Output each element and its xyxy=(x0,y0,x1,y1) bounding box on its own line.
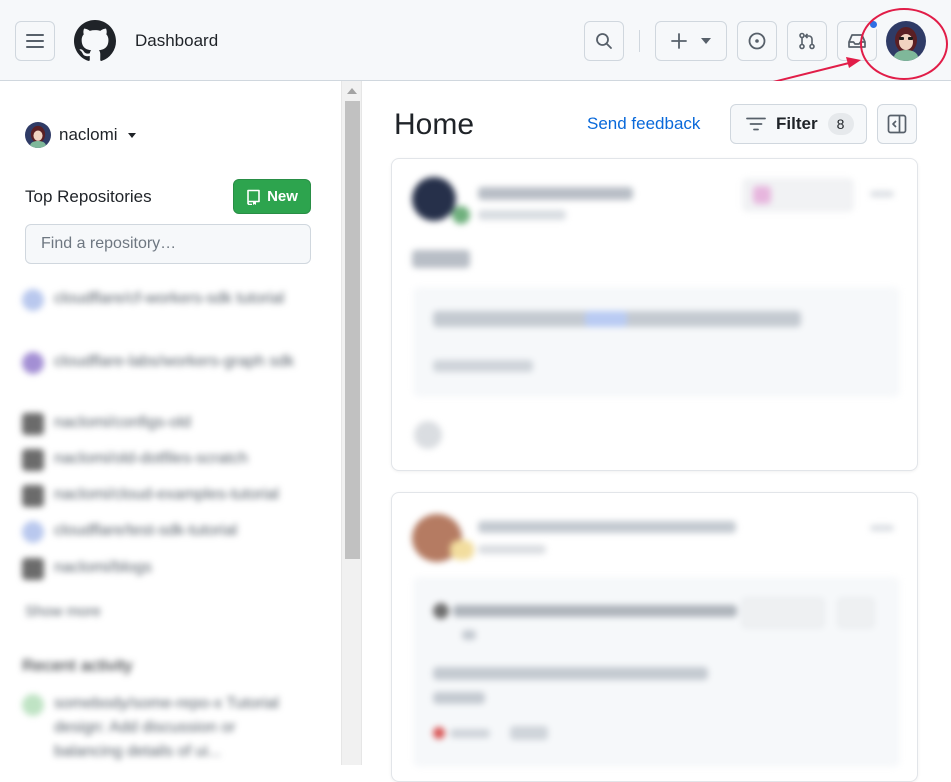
repo-link[interactable]: naclomi/blogs xyxy=(54,556,314,580)
repo-link[interactable]: naclomi/configs-old xyxy=(54,411,314,435)
repo-owner-avatar xyxy=(22,449,44,471)
repo-owner-avatar xyxy=(22,485,44,507)
find-repository-input[interactable] xyxy=(25,224,311,264)
recent-activity-heading: Recent activity xyxy=(22,656,133,675)
filter-icon xyxy=(746,117,766,131)
sidebar-collapse-icon xyxy=(887,114,907,134)
page-title: Home xyxy=(394,108,475,141)
sidebar-scrollbar[interactable] xyxy=(341,81,362,765)
list-item[interactable]: naclomi/blogs xyxy=(22,556,314,580)
activity-avatar xyxy=(22,694,44,716)
repo-owner-avatar xyxy=(22,413,44,435)
recent-activity-item[interactable]: somebody/some-repo-x Tutorial design: Ad… xyxy=(22,692,304,764)
repo-link[interactable]: naclomi/old-dotfiles-scratch xyxy=(54,447,314,471)
repo-link[interactable]: cloudflare/test-sdk-tutorial xyxy=(54,519,314,543)
activity-text[interactable]: somebody/some-repo-x Tutorial design: Ad… xyxy=(54,692,304,764)
scroll-up-arrow-icon[interactable] xyxy=(347,88,357,94)
send-feedback-link[interactable]: Send feedback xyxy=(587,114,700,134)
username-label: naclomi xyxy=(59,125,118,144)
context-switcher[interactable]: naclomi xyxy=(25,122,136,148)
scrollbar-thumb[interactable] xyxy=(345,101,360,559)
list-item[interactable]: cloudflare/test-sdk-tutorial xyxy=(22,519,314,543)
list-item[interactable]: cloudflare-labs/workers-graph sdk xyxy=(22,350,314,374)
show-more-link[interactable]: Show more xyxy=(25,603,101,620)
filter-label: Filter xyxy=(776,114,818,133)
list-item[interactable]: naclomi/old-dotfiles-scratch xyxy=(22,447,314,471)
filter-count-badge: 8 xyxy=(827,113,854,135)
repo-link[interactable]: naclomi/cloud-examples-tutorial xyxy=(54,483,314,507)
new-button-label: New xyxy=(267,188,298,205)
new-repository-button[interactable]: New xyxy=(233,179,311,214)
toggle-sidebar-panel-button[interactable] xyxy=(877,104,917,144)
repo-icon xyxy=(247,189,260,205)
repo-link[interactable]: cloudflare/cf-workers-sdk tutorial xyxy=(54,287,314,311)
repo-owner-avatar xyxy=(22,352,44,374)
filter-button[interactable]: Filter 8 xyxy=(730,104,867,144)
repo-owner-avatar xyxy=(22,289,44,311)
repo-owner-avatar xyxy=(22,558,44,580)
avatar xyxy=(25,122,51,148)
list-item[interactable]: cloudflare/cf-workers-sdk tutorial xyxy=(22,287,314,311)
caret-down-icon xyxy=(127,132,136,138)
repo-link[interactable]: cloudflare-labs/workers-graph sdk xyxy=(54,350,314,374)
repo-owner-avatar xyxy=(22,521,44,543)
list-item[interactable]: naclomi/configs-old xyxy=(22,411,314,435)
top-repositories-heading: Top Repositories xyxy=(25,187,152,206)
list-item[interactable]: naclomi/cloud-examples-tutorial xyxy=(22,483,314,507)
